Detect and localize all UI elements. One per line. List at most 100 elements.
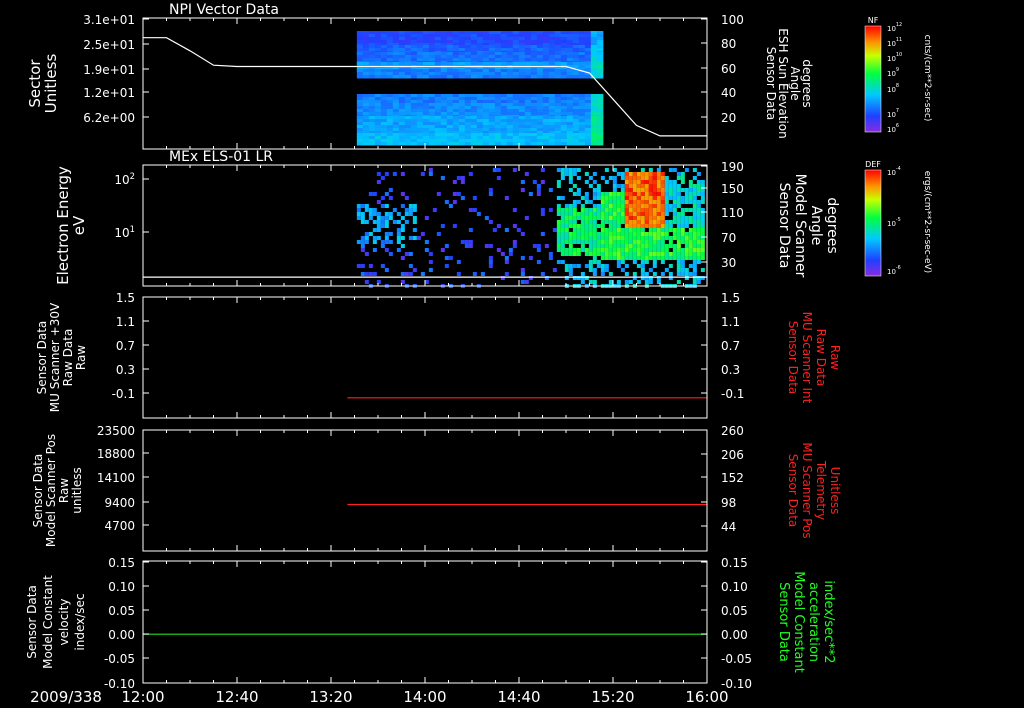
spectrogram-cell bbox=[644, 208, 649, 212]
spectrogram-cell bbox=[422, 94, 430, 98]
spectrogram-cell bbox=[676, 252, 681, 256]
spectrogram-cell bbox=[648, 232, 653, 236]
spectrogram-cell bbox=[554, 45, 562, 49]
spectrogram-cell bbox=[452, 116, 460, 120]
spectrogram-cell bbox=[376, 180, 381, 184]
spectrogram-cell bbox=[500, 37, 508, 41]
spectrogram-cell bbox=[398, 31, 406, 35]
spectrogram-cell bbox=[500, 97, 508, 101]
spectrogram-cell bbox=[624, 252, 629, 256]
spectrogram-cell bbox=[488, 106, 496, 110]
spectrogram-cell bbox=[520, 256, 525, 260]
spectrogram-cell bbox=[360, 212, 365, 216]
spectrogram-cell bbox=[556, 260, 561, 264]
spectrogram-cell bbox=[500, 55, 508, 59]
colorbar-tick-label: 10-5 bbox=[887, 217, 901, 228]
spectrogram-cell bbox=[542, 106, 550, 110]
spectrogram-cell bbox=[580, 204, 585, 208]
spectrogram-cell bbox=[458, 112, 466, 116]
spectrogram-cell bbox=[696, 192, 701, 196]
spectrogram-cell bbox=[568, 172, 573, 176]
spectrogram-cell bbox=[572, 236, 577, 240]
spectrogram-cell bbox=[588, 252, 593, 256]
spectrogram-cell bbox=[660, 232, 665, 236]
spectrogram-cell bbox=[608, 192, 613, 196]
spectrogram-cell bbox=[624, 236, 629, 240]
spectrogram-cell bbox=[556, 212, 561, 216]
spectrogram-cell bbox=[512, 240, 517, 244]
spectrogram-cell bbox=[556, 180, 561, 184]
spectrogram-cell bbox=[620, 192, 625, 196]
spectrogram-cell bbox=[364, 232, 369, 236]
spectrogram-cell bbox=[672, 216, 677, 220]
spectrogram-cell bbox=[530, 52, 538, 56]
spectrogram-cell bbox=[636, 264, 641, 268]
spectrogram-cell bbox=[572, 252, 577, 256]
spectrogram-cell bbox=[380, 116, 388, 120]
spectrogram-cell bbox=[452, 109, 460, 113]
spectrogram-cell bbox=[536, 260, 541, 264]
spectrogram-cell bbox=[440, 109, 448, 113]
spectrogram-cell bbox=[422, 58, 430, 62]
spectrogram-cell bbox=[692, 168, 697, 172]
spectrogram-cell bbox=[608, 236, 613, 240]
spectrogram-cell bbox=[580, 216, 585, 220]
spectrogram-cell bbox=[398, 69, 406, 73]
spectrogram-cell bbox=[440, 94, 448, 98]
spectrogram-cell bbox=[676, 256, 681, 260]
spectrogram-cell bbox=[422, 97, 430, 101]
spectrogram-cell bbox=[392, 58, 400, 62]
spectrogram-cell bbox=[356, 136, 364, 140]
spectrogram-cell bbox=[504, 260, 509, 264]
spectrogram-cell bbox=[644, 212, 649, 216]
spectrogram-cell bbox=[500, 112, 508, 116]
spectrogram-cell bbox=[446, 52, 454, 56]
spectrogram-cell bbox=[360, 272, 365, 276]
colorbar-tick-label: 1010 bbox=[887, 52, 902, 63]
spectrogram-cell bbox=[656, 188, 661, 192]
spectrogram-cell bbox=[476, 100, 484, 104]
spectrogram-cell bbox=[536, 122, 544, 126]
spectrogram-cell bbox=[680, 196, 685, 200]
spectrogram-cell bbox=[572, 168, 577, 172]
spectrogram-cell bbox=[364, 204, 369, 208]
spectrogram-cell bbox=[620, 236, 625, 240]
spectrogram-cell bbox=[580, 232, 585, 236]
spectrogram-cell bbox=[440, 40, 448, 44]
spectrogram-cell bbox=[384, 192, 389, 196]
y-axis-label-right: acceleration bbox=[806, 582, 821, 662]
spectrogram-cell bbox=[458, 100, 466, 104]
spectrogram-cell bbox=[648, 168, 653, 172]
spectrogram-cell bbox=[384, 204, 389, 208]
spectrogram-cell bbox=[572, 65, 580, 69]
spectrogram-cell bbox=[668, 208, 673, 212]
spectrogram-cell bbox=[458, 136, 466, 140]
spectrogram-cell bbox=[676, 248, 681, 252]
y-tick-label-left: 102 bbox=[114, 171, 135, 187]
spectrogram-cell bbox=[596, 248, 601, 252]
spectrogram-cell bbox=[500, 31, 508, 35]
spectrogram-cell bbox=[596, 94, 604, 98]
spectrogram-cell bbox=[624, 264, 629, 268]
spectrogram-cell bbox=[596, 125, 604, 129]
spectrogram-cell bbox=[616, 184, 621, 188]
spectrogram-cell bbox=[452, 31, 460, 35]
spectrogram-cell bbox=[416, 55, 424, 59]
spectrogram-cell bbox=[392, 128, 400, 132]
spectrogram-cell bbox=[494, 34, 502, 38]
spectrogram-cell bbox=[380, 34, 388, 38]
spectrogram-cell bbox=[554, 48, 562, 52]
spectrogram-cell bbox=[458, 125, 466, 129]
spectrogram-cell bbox=[512, 31, 520, 35]
spectrogram-cell bbox=[416, 142, 424, 146]
spectrogram-cell bbox=[506, 112, 514, 116]
spectrogram-cell bbox=[434, 58, 442, 62]
spectrogram-cell bbox=[560, 40, 568, 44]
spectrogram-cell bbox=[392, 52, 400, 56]
spectrogram-cell bbox=[400, 216, 405, 220]
spectrogram-cell bbox=[400, 204, 405, 208]
spectrogram-cell bbox=[404, 125, 412, 129]
spectrogram-cell bbox=[564, 172, 569, 176]
spectrogram-cell bbox=[616, 208, 621, 212]
y-tick-label-left: 18800 bbox=[97, 447, 135, 461]
